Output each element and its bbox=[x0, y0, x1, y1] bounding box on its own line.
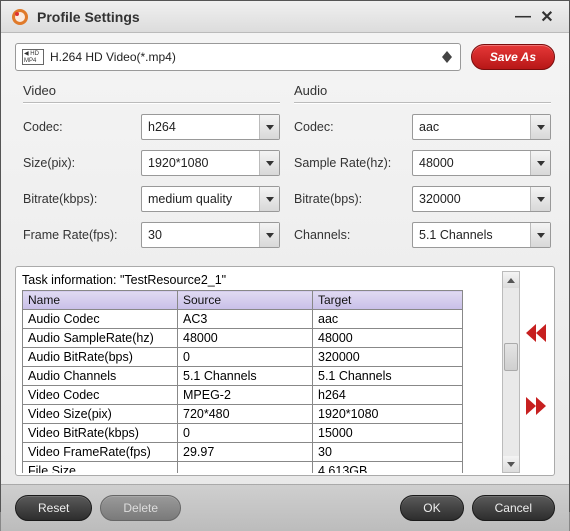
column-header[interactable]: Name bbox=[23, 291, 178, 310]
page-arrows bbox=[524, 271, 548, 473]
video-heading: Video bbox=[23, 83, 280, 98]
table-row[interactable]: Audio Channels5.1 Channels5.1 Channels bbox=[23, 367, 463, 386]
video-size-label: Size(pix): bbox=[23, 156, 141, 170]
audio-codec-label: Codec: bbox=[294, 120, 412, 134]
app-icon bbox=[11, 8, 29, 26]
task-table: NameSourceTargetAudio CodecAC3aacAudio S… bbox=[22, 290, 463, 473]
task-info-label: Task information: "TestResource2_1" bbox=[22, 271, 498, 290]
audio-samplerate-select[interactable]: 48000 bbox=[412, 150, 551, 176]
chevron-down-icon bbox=[530, 151, 550, 175]
save-as-button[interactable]: Save As bbox=[471, 44, 555, 70]
chevron-down-icon bbox=[259, 187, 279, 211]
scroll-up-button[interactable] bbox=[503, 272, 519, 288]
video-column: Video Codec: h264 Size(pix): 1920*1080 B… bbox=[23, 83, 280, 258]
profile-row: ◀ HDMP4 H.264 HD Video(*.mp4) Save As bbox=[1, 33, 569, 77]
chevron-down-icon bbox=[530, 115, 550, 139]
video-size-select[interactable]: 1920*1080 bbox=[141, 150, 280, 176]
audio-codec-value: aac bbox=[419, 120, 439, 134]
reset-button[interactable]: Reset bbox=[15, 495, 92, 521]
hd-mp4-icon: ◀ HDMP4 bbox=[22, 49, 44, 65]
divider bbox=[23, 102, 280, 104]
delete-button[interactable]: Delete bbox=[100, 495, 181, 521]
audio-samplerate-label: Sample Rate(hz): bbox=[294, 156, 412, 170]
video-codec-value: h264 bbox=[148, 120, 176, 134]
chevron-down-icon bbox=[530, 187, 550, 211]
table-row[interactable]: Video BitRate(kbps)015000 bbox=[23, 424, 463, 443]
titlebar: Profile Settings — ✕ bbox=[1, 1, 569, 33]
chevron-down-icon bbox=[530, 223, 550, 247]
minimize-button[interactable]: — bbox=[511, 8, 535, 26]
audio-channels-label: Channels: bbox=[294, 228, 412, 242]
video-bitrate-value: medium quality bbox=[148, 192, 232, 206]
task-info-pane: Task information: "TestResource2_1" Name… bbox=[15, 266, 555, 476]
chevron-down-icon bbox=[259, 115, 279, 139]
audio-bitrate-select[interactable]: 320000 bbox=[412, 186, 551, 212]
chevron-down-icon bbox=[259, 151, 279, 175]
table-row[interactable]: Audio BitRate(bps)0320000 bbox=[23, 348, 463, 367]
scroll-thumb[interactable] bbox=[504, 343, 518, 371]
audio-channels-value: 5.1 Channels bbox=[419, 228, 493, 242]
close-button[interactable]: ✕ bbox=[535, 7, 559, 27]
audio-codec-select[interactable]: aac bbox=[412, 114, 551, 140]
settings-area: Video Codec: h264 Size(pix): 1920*1080 B… bbox=[1, 77, 569, 266]
chevron-down-icon bbox=[259, 223, 279, 247]
video-framerate-select[interactable]: 30 bbox=[141, 222, 280, 248]
profile-settings-window: Profile Settings — ✕ ◀ HDMP4 H.264 HD Vi… bbox=[0, 0, 570, 512]
page-prev-icon[interactable] bbox=[526, 324, 546, 347]
bottom-bar: Reset Delete OK Cancel bbox=[1, 484, 569, 531]
window-title: Profile Settings bbox=[37, 9, 511, 25]
ok-button[interactable]: OK bbox=[400, 495, 463, 521]
video-size-value: 1920*1080 bbox=[148, 156, 208, 170]
audio-samplerate-value: 48000 bbox=[419, 156, 454, 170]
table-row[interactable]: Video CodecMPEG-2h264 bbox=[23, 386, 463, 405]
column-header[interactable]: Source bbox=[178, 291, 313, 310]
audio-heading: Audio bbox=[294, 83, 551, 98]
page-next-icon[interactable] bbox=[526, 397, 546, 420]
video-bitrate-select[interactable]: medium quality bbox=[141, 186, 280, 212]
scroll-down-button[interactable] bbox=[503, 456, 519, 472]
audio-bitrate-label: Bitrate(bps): bbox=[294, 192, 412, 206]
vertical-scrollbar[interactable] bbox=[502, 271, 520, 473]
video-codec-select[interactable]: h264 bbox=[141, 114, 280, 140]
table-row[interactable]: Video FrameRate(fps)29.9730 bbox=[23, 443, 463, 462]
video-framerate-value: 30 bbox=[148, 228, 162, 242]
audio-channels-select[interactable]: 5.1 Channels bbox=[412, 222, 551, 248]
table-row[interactable]: Audio CodecAC3aac bbox=[23, 310, 463, 329]
video-framerate-label: Frame Rate(fps): bbox=[23, 228, 141, 242]
divider bbox=[294, 102, 551, 104]
scroll-track[interactable] bbox=[503, 288, 519, 456]
table-row[interactable]: File Size4.613GB bbox=[23, 462, 463, 474]
video-codec-label: Codec: bbox=[23, 120, 141, 134]
profile-select-label: H.264 HD Video(*.mp4) bbox=[50, 50, 176, 64]
cancel-button[interactable]: Cancel bbox=[472, 495, 555, 521]
column-header[interactable]: Target bbox=[313, 291, 463, 310]
video-bitrate-label: Bitrate(kbps): bbox=[23, 192, 141, 206]
audio-bitrate-value: 320000 bbox=[419, 192, 461, 206]
table-row[interactable]: Audio SampleRate(hz)4800048000 bbox=[23, 329, 463, 348]
table-row[interactable]: Video Size(pix)720*4801920*1080 bbox=[23, 405, 463, 424]
profile-select[interactable]: ◀ HDMP4 H.264 HD Video(*.mp4) bbox=[15, 43, 461, 71]
profile-select-stepper[interactable] bbox=[438, 51, 456, 63]
audio-column: Audio Codec: aac Sample Rate(hz): 48000 … bbox=[294, 83, 551, 258]
task-table-wrap: Task information: "TestResource2_1" Name… bbox=[22, 271, 498, 473]
